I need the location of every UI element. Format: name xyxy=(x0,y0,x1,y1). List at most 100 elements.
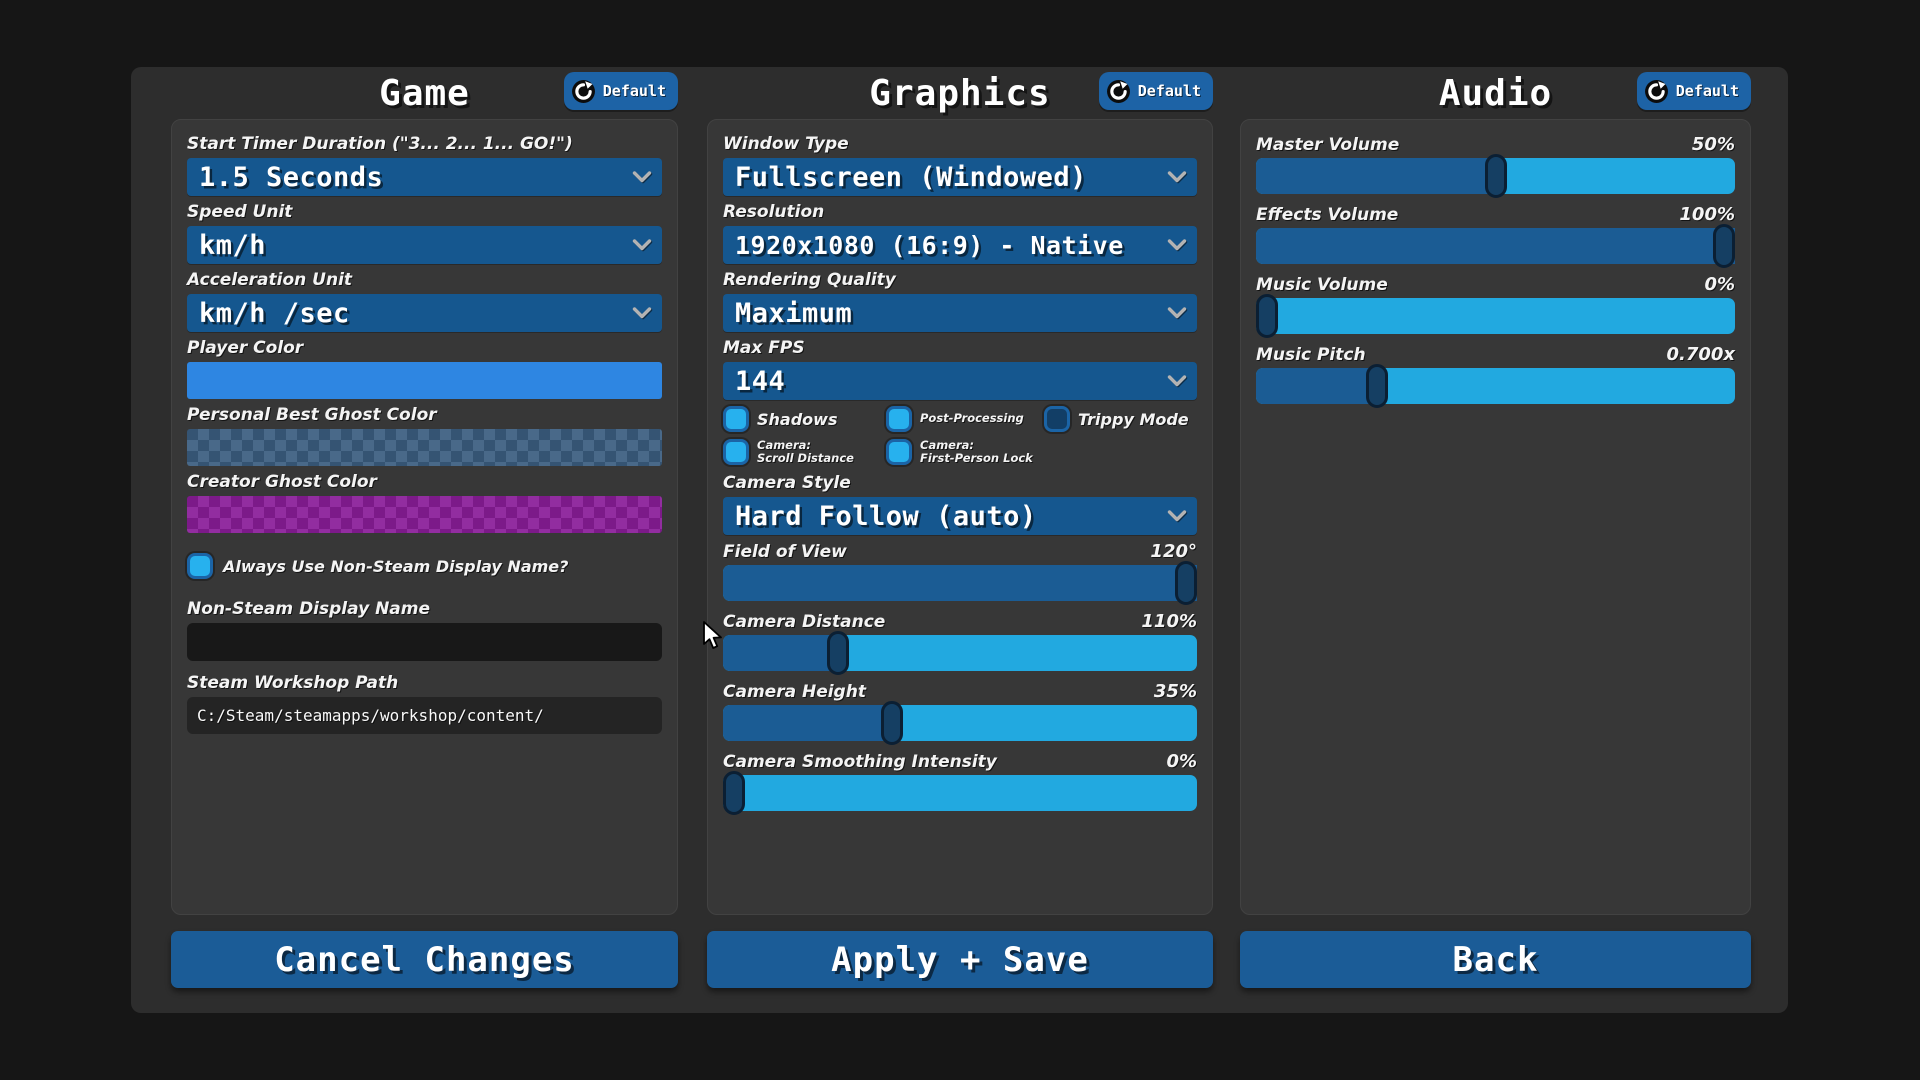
rendering-quality-dropdown[interactable]: Maximum xyxy=(723,294,1197,332)
acceleration-unit-label: Acceleration Unit xyxy=(187,270,352,290)
camera-scroll-distance-label: Camera:Scroll Distance xyxy=(757,439,854,465)
chevron-down-icon xyxy=(632,239,652,251)
camera-height-slider-fill xyxy=(723,705,889,741)
music-pitch-value: 0.700x xyxy=(1666,344,1735,365)
cancel-changes-button[interactable]: Cancel Changes xyxy=(171,931,678,988)
workshop-path-label: Steam Workshop Path xyxy=(187,673,398,693)
chevron-down-icon xyxy=(632,307,652,319)
cursor-icon xyxy=(700,620,724,652)
camera-distance-value: 110% xyxy=(1141,611,1197,632)
creator-ghost-color-swatch[interactable] xyxy=(187,496,662,533)
chevron-down-icon xyxy=(632,171,652,183)
chevron-down-icon xyxy=(1167,307,1187,319)
window-type-dropdown[interactable]: Fullscreen (Windowed) xyxy=(723,158,1197,196)
effects-volume-label: Effects Volume xyxy=(1256,205,1398,225)
settings-container: Game Default Start Timer Duration ("3...… xyxy=(131,67,1788,1013)
music-pitch-slider[interactable] xyxy=(1256,368,1735,404)
master-volume-slider-handle[interactable] xyxy=(1485,154,1507,198)
camera-first-person-lock-checkbox[interactable] xyxy=(886,439,912,465)
non-steam-name-checkbox-label: Always Use Non-Steam Display Name? xyxy=(223,557,568,576)
camera-scroll-distance-checkbox[interactable] xyxy=(723,439,749,465)
workshop-path-input[interactable] xyxy=(187,697,662,734)
fov-slider[interactable] xyxy=(723,565,1197,601)
master-volume-value: 50% xyxy=(1692,134,1735,155)
fov-value: 120° xyxy=(1150,541,1197,562)
start-timer-dropdown[interactable]: 1.5 Seconds xyxy=(187,158,662,196)
camera-smoothing-label: Camera Smoothing Intensity xyxy=(723,752,997,772)
camera-smoothing-slider-handle[interactable] xyxy=(723,771,745,815)
rendering-quality-value: Maximum xyxy=(735,298,852,329)
game-header: Game Default xyxy=(171,67,678,119)
non-steam-name-checkbox[interactable] xyxy=(187,553,213,579)
start-timer-value: 1.5 Seconds xyxy=(199,162,383,193)
speed-unit-dropdown[interactable]: km/h xyxy=(187,226,662,264)
max-fps-value: 144 xyxy=(735,366,785,397)
shadows-label: Shadows xyxy=(757,410,837,429)
game-default-button[interactable]: Default xyxy=(564,72,678,110)
resolution-dropdown[interactable]: 1920x1080 (16:9) - Native xyxy=(723,226,1197,264)
pb-ghost-color-label: Personal Best Ghost Color xyxy=(187,405,437,425)
effects-volume-slider-handle[interactable] xyxy=(1713,224,1735,268)
music-pitch-slider-handle[interactable] xyxy=(1366,364,1388,408)
master-volume-label: Master Volume xyxy=(1256,135,1399,155)
window-type-value: Fullscreen (Windowed) xyxy=(735,162,1087,193)
reset-icon xyxy=(1106,79,1131,104)
pb-ghost-color-swatch[interactable] xyxy=(187,429,662,466)
effects-volume-slider[interactable] xyxy=(1256,228,1735,264)
camera-smoothing-slider[interactable] xyxy=(723,775,1197,811)
camera-distance-label: Camera Distance xyxy=(723,612,885,632)
camera-first-person-lock-label: Camera:First-Person Lock xyxy=(920,439,1033,465)
max-fps-dropdown[interactable]: 144 xyxy=(723,362,1197,400)
max-fps-label: Max FPS xyxy=(723,338,805,358)
display-name-input[interactable] xyxy=(187,623,662,661)
game-default-label: Default xyxy=(603,82,666,100)
music-volume-value: 0% xyxy=(1704,274,1735,295)
reset-icon xyxy=(1644,79,1669,104)
trippy-mode-label: Trippy Mode xyxy=(1078,410,1189,429)
settings-screen: Game Default Start Timer Duration ("3...… xyxy=(0,0,1920,1080)
camera-height-value: 35% xyxy=(1154,681,1197,702)
chevron-down-icon xyxy=(1167,510,1187,522)
graphics-header: Graphics Default xyxy=(707,67,1213,119)
effects-volume-slider-fill xyxy=(1256,228,1735,264)
chevron-down-icon xyxy=(1167,239,1187,251)
graphics-default-button[interactable]: Default xyxy=(1099,72,1213,110)
audio-default-label: Default xyxy=(1676,82,1739,100)
camera-height-slider[interactable] xyxy=(723,705,1197,741)
player-color-swatch[interactable] xyxy=(187,362,662,399)
effects-volume-value: 100% xyxy=(1679,204,1735,225)
audio-default-button[interactable]: Default xyxy=(1637,72,1751,110)
back-button[interactable]: Back xyxy=(1240,931,1751,988)
graphics-default-label: Default xyxy=(1138,82,1201,100)
camera-style-value: Hard Follow (auto) xyxy=(735,501,1037,532)
rendering-quality-label: Rendering Quality xyxy=(723,270,896,290)
music-pitch-slider-fill xyxy=(1256,368,1371,404)
post-processing-checkbox[interactable] xyxy=(886,406,912,432)
music-volume-slider-handle[interactable] xyxy=(1256,294,1278,338)
music-volume-label: Music Volume xyxy=(1256,275,1388,295)
reset-icon xyxy=(571,79,596,104)
trippy-mode-checkbox[interactable] xyxy=(1044,406,1070,432)
start-timer-label: Start Timer Duration ("3... 2... 1... GO… xyxy=(187,134,573,154)
chevron-down-icon xyxy=(1167,375,1187,387)
master-volume-slider[interactable] xyxy=(1256,158,1735,194)
camera-height-slider-handle[interactable] xyxy=(881,701,903,745)
fov-slider-fill xyxy=(723,565,1197,601)
shadows-checkbox[interactable] xyxy=(723,406,749,432)
fov-label: Field of View xyxy=(723,542,847,562)
camera-style-dropdown[interactable]: Hard Follow (auto) xyxy=(723,497,1197,535)
apply-save-button[interactable]: Apply + Save xyxy=(707,931,1213,988)
camera-height-label: Camera Height xyxy=(723,682,866,702)
game-panel: Start Timer Duration ("3... 2... 1... GO… xyxy=(171,119,678,915)
display-name-label: Non-Steam Display Name xyxy=(187,599,430,619)
acceleration-unit-dropdown[interactable]: km/h /sec xyxy=(187,294,662,332)
camera-distance-slider-fill xyxy=(723,635,832,671)
fov-slider-handle[interactable] xyxy=(1175,561,1197,605)
master-volume-slider-fill xyxy=(1256,158,1496,194)
music-pitch-label: Music Pitch xyxy=(1256,345,1366,365)
camera-distance-slider-handle[interactable] xyxy=(827,631,849,675)
music-volume-slider[interactable] xyxy=(1256,298,1735,334)
creator-ghost-color-label: Creator Ghost Color xyxy=(187,472,377,492)
camera-style-label: Camera Style xyxy=(723,473,851,493)
camera-distance-slider[interactable] xyxy=(723,635,1197,671)
